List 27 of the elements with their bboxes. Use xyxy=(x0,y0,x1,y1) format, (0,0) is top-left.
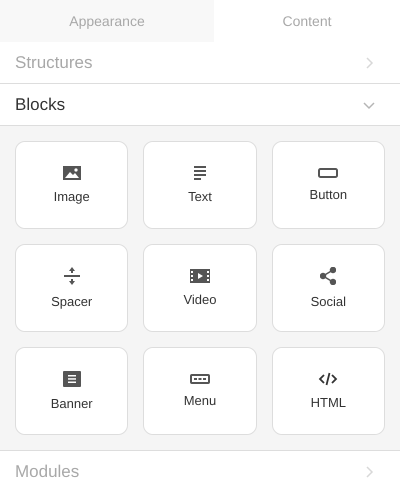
block-card[interactable]: HTML xyxy=(272,347,385,435)
block-label: Menu xyxy=(184,393,216,408)
block-card[interactable]: Banner xyxy=(15,347,128,435)
banner-icon xyxy=(62,371,81,387)
block-card[interactable]: Button xyxy=(272,141,385,229)
block-label: Image xyxy=(54,189,90,204)
block-label: Spacer xyxy=(51,294,92,309)
block-label: Banner xyxy=(50,396,93,411)
menu-bar-icon xyxy=(190,374,210,384)
block-card[interactable]: Spacer xyxy=(15,244,128,332)
block-label: HTML xyxy=(310,395,346,410)
image-icon xyxy=(62,166,81,180)
block-card[interactable]: Social xyxy=(272,244,385,332)
block-card[interactable]: Menu xyxy=(143,347,257,435)
block-card[interactable]: Video xyxy=(143,244,257,332)
block-label: Video xyxy=(183,292,216,307)
video-icon xyxy=(190,269,210,283)
spacer-icon xyxy=(64,267,80,285)
rectangle-icon xyxy=(318,168,338,178)
block-card[interactable]: Text xyxy=(143,141,257,229)
block-label: Button xyxy=(310,187,348,202)
text-lines-icon xyxy=(192,166,207,180)
block-card[interactable]: Image xyxy=(15,141,128,229)
code-icon xyxy=(318,372,338,386)
block-label: Social xyxy=(310,294,346,309)
share-icon xyxy=(320,267,336,285)
block-label: Text xyxy=(188,189,212,204)
